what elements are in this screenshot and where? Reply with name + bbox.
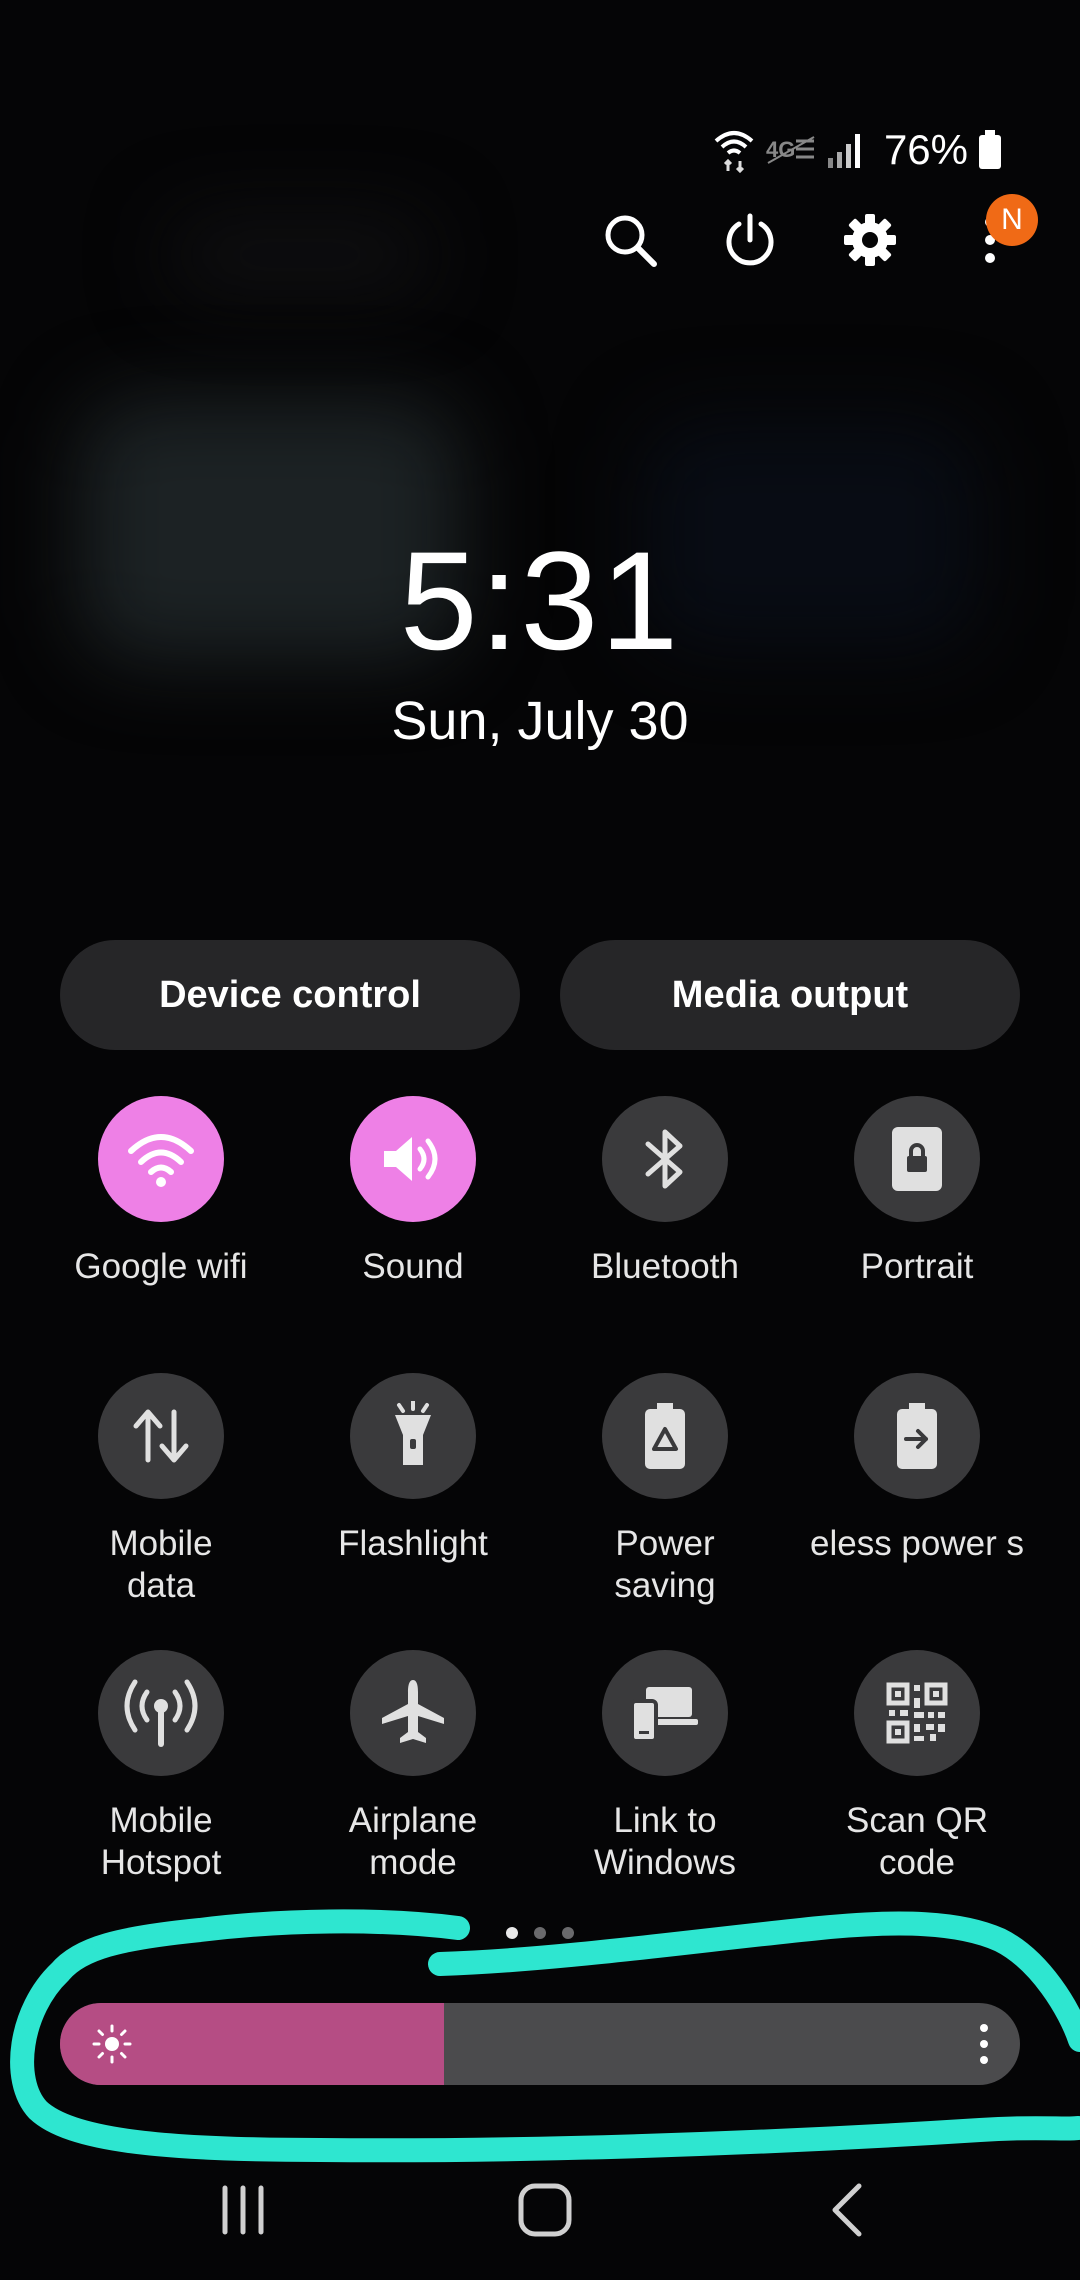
page-indicator (0, 1927, 1080, 1939)
tile-label: Portrait (860, 1247, 974, 1286)
page-dot[interactable] (534, 1927, 546, 1939)
more-vertical-icon[interactable]: N (960, 194, 1038, 270)
tile-airplane-mode[interactable]: Airplane mode (287, 1650, 539, 1884)
airplane-icon (350, 1650, 476, 1776)
sun-icon (92, 2024, 132, 2069)
signal-icon (826, 130, 866, 170)
battery-icon (978, 130, 1002, 170)
tile-flashlight[interactable]: Flashlight (287, 1373, 539, 1565)
tile-google-wifi[interactable]: Google wifi (35, 1096, 287, 1288)
brightness-slider[interactable] (60, 2003, 1020, 2085)
link-to-windows-icon (602, 1650, 728, 1776)
tile-label: eless power s (810, 1524, 1024, 1563)
qr-code-icon (854, 1650, 980, 1776)
recents-icon[interactable] (183, 2170, 303, 2250)
tile-label: Link to Windows (594, 1801, 736, 1882)
wifi-data-icon (712, 127, 756, 173)
page-dot[interactable] (562, 1927, 574, 1939)
device-control-button[interactable]: Device control (60, 940, 520, 1050)
wallpaper-blur (170, 220, 430, 290)
search-icon[interactable] (600, 210, 660, 270)
tile-label: Flashlight (338, 1524, 488, 1563)
4g-disabled-icon: 4G (766, 135, 816, 165)
status-bar: 4G 76% (712, 120, 1002, 180)
battery-percentage: 76% (883, 126, 968, 173)
rotation-lock-icon (854, 1096, 980, 1222)
tile-power-saving[interactable]: Power saving (539, 1373, 791, 1607)
tile-wireless-powershare[interactable]: eless power s (791, 1373, 1043, 1565)
tile-label: Airplane mode (348, 1801, 478, 1882)
power-icon[interactable] (720, 210, 780, 270)
panel-actions: N (600, 194, 1038, 270)
tile-sound[interactable]: Sound (287, 1096, 539, 1288)
tile-label: Sound (362, 1247, 464, 1286)
speaker-icon (350, 1096, 476, 1222)
brightness-more-icon[interactable] (978, 2022, 990, 2071)
tile-portrait[interactable]: Portrait (791, 1096, 1043, 1288)
tile-label: Mobile Hotspot (100, 1801, 222, 1882)
flashlight-icon (350, 1373, 476, 1499)
tile-label: Mobile data (109, 1524, 213, 1605)
wifi-icon (98, 1096, 224, 1222)
clock-date: Sun, July 30 (391, 691, 689, 751)
gear-icon[interactable] (840, 210, 900, 270)
page-dot[interactable] (506, 1927, 518, 1939)
data-arrows-icon (98, 1373, 224, 1499)
tile-mobile-data[interactable]: Mobile data (35, 1373, 287, 1607)
power-saving-icon (602, 1373, 728, 1499)
home-icon[interactable] (485, 2170, 605, 2250)
bluetooth-icon (602, 1096, 728, 1222)
tile-label: Scan QR code (846, 1801, 988, 1882)
back-icon[interactable] (787, 2170, 907, 2250)
tile-mobile-hotspot[interactable]: Mobile Hotspot (35, 1650, 287, 1884)
navigation-bar (0, 2170, 1080, 2250)
tile-label: Power saving (614, 1524, 716, 1605)
clock-time: 5:31 (399, 522, 681, 679)
media-output-button[interactable]: Media output (560, 940, 1020, 1050)
tile-bluetooth[interactable]: Bluetooth (539, 1096, 791, 1288)
tile-scan-qr-code[interactable]: Scan QR code (791, 1650, 1043, 1884)
tile-label: Google wifi (74, 1247, 248, 1286)
wireless-powershare-icon (854, 1373, 980, 1499)
hotspot-icon (98, 1650, 224, 1776)
tile-label: Bluetooth (591, 1247, 739, 1286)
notification-badge: N (986, 194, 1038, 246)
tile-link-to-windows[interactable]: Link to Windows (539, 1650, 791, 1884)
